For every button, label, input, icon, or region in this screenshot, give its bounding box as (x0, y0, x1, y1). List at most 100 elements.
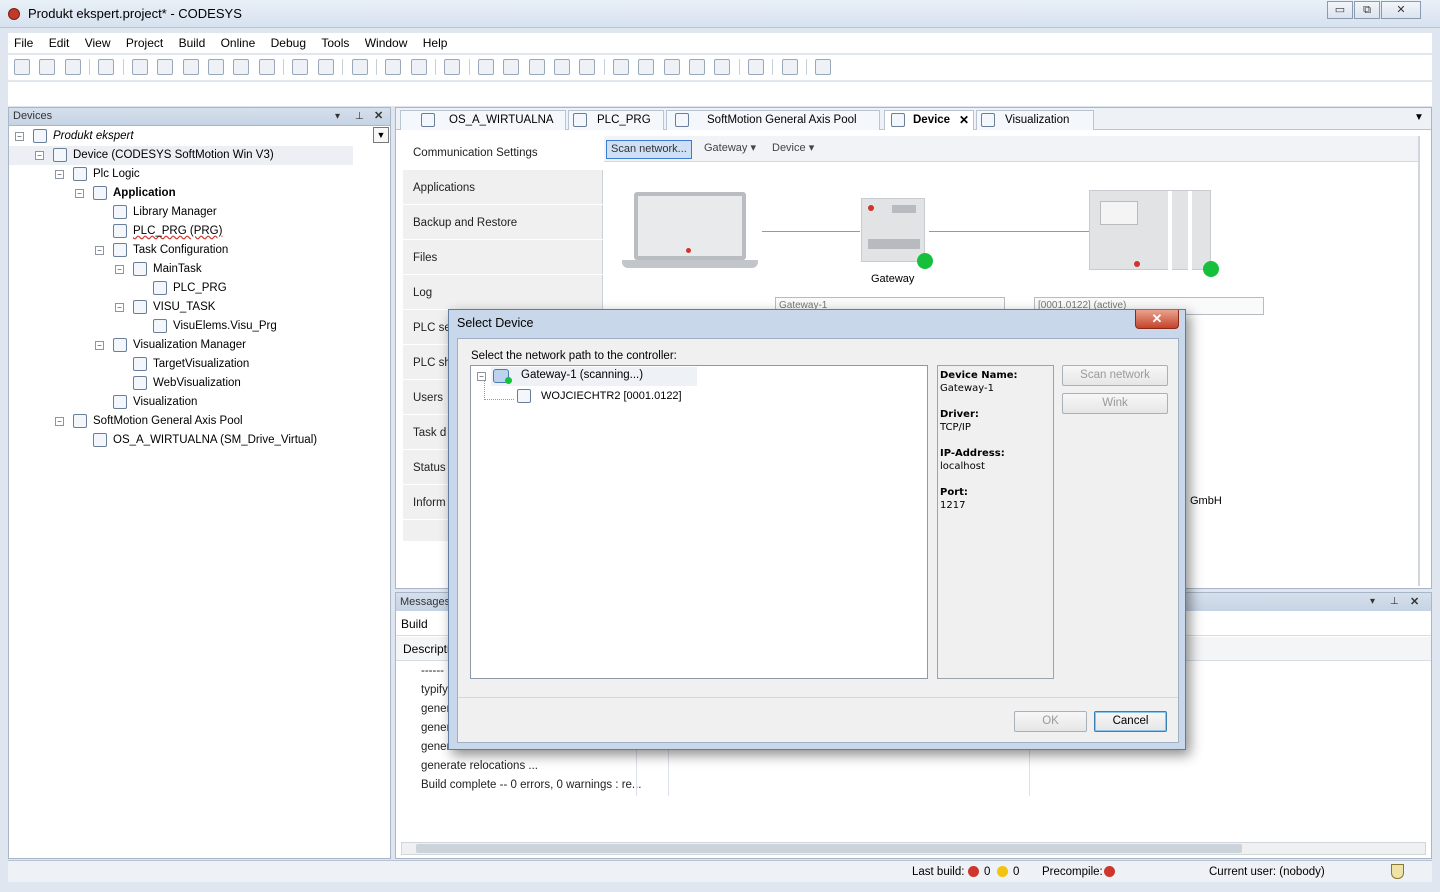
tree-item[interactable]: Visualization (9, 393, 369, 412)
message-row[interactable]: gener (421, 700, 450, 719)
collapse-icon[interactable]: − (95, 246, 104, 255)
open-project-icon[interactable] (39, 59, 56, 75)
collapse-icon[interactable]: − (115, 265, 124, 274)
delete-icon[interactable] (258, 59, 275, 75)
paste-icon[interactable] (233, 59, 250, 75)
subnav-communication-settings[interactable]: Communication Settings (403, 136, 603, 170)
tree-item[interactable]: − SoftMotion General Axis Pool (9, 412, 369, 431)
scan-network-toolbar-button[interactable]: Scan network... (606, 140, 692, 159)
tab-os-a-wirtualna[interactable]: OS_A_WIRTUALNA (400, 110, 566, 130)
ok-button[interactable]: OK (1014, 711, 1087, 732)
collapse-icon[interactable]: − (55, 170, 64, 179)
tree-item[interactable]: PLC_PRG (9, 279, 369, 298)
tree-item[interactable]: OS_A_WIRTUALNA (SM_Drive_Virtual) (9, 431, 369, 450)
tree-item[interactable]: − Task Configuration (9, 241, 369, 260)
step-into-icon[interactable] (663, 59, 680, 75)
device-menu-button[interactable]: Device ▾ (768, 140, 818, 159)
tab-list-icon[interactable]: ▼ (1414, 112, 1424, 123)
gateway-menu-button[interactable]: Gateway ▾ (700, 140, 760, 159)
menu-online[interactable]: Online (215, 33, 262, 53)
build-icon[interactable] (444, 59, 461, 75)
tab-device[interactable]: Device ✕ (884, 110, 974, 130)
precompile-status-icon[interactable] (1104, 866, 1115, 877)
find-icon[interactable] (292, 59, 309, 75)
menu-tools[interactable]: Tools (315, 33, 355, 53)
redo-icon[interactable] (157, 59, 174, 75)
wink-button[interactable]: Wink (1062, 393, 1168, 414)
close-panel-icon[interactable]: ✕ (1410, 593, 1419, 611)
breakpoint-icon[interactable] (612, 59, 629, 75)
scrollbar-thumb[interactable] (416, 844, 1242, 853)
pin-icon[interactable]: ⊥ (355, 108, 364, 125)
tree-item[interactable]: VisuElems.Visu_Prg (9, 317, 369, 336)
dialog-close-button[interactable]: ✕ (1135, 310, 1179, 329)
menu-build[interactable]: Build (173, 33, 212, 53)
panel-menu-icon[interactable]: ▾ (335, 108, 340, 125)
messages-horizontal-scrollbar[interactable] (401, 842, 1426, 855)
collapse-icon[interactable]: − (15, 132, 24, 141)
select-all-icon[interactable] (351, 59, 368, 75)
run-to-cursor-icon[interactable] (714, 59, 731, 75)
menu-edit[interactable]: Edit (43, 33, 76, 53)
security-shield-icon[interactable] (1391, 864, 1404, 879)
replace-icon[interactable] (317, 59, 334, 75)
scan-network-button[interactable]: Scan network (1062, 365, 1168, 386)
insert-device-icon[interactable] (410, 59, 427, 75)
minimize-button[interactable]: ▭ (1327, 1, 1353, 19)
message-row[interactable]: typify (421, 681, 448, 700)
message-row[interactable]: generate relocations ... (421, 757, 538, 776)
subnav-backup-and-restore[interactable]: Backup and Restore (403, 206, 603, 240)
tree-item[interactable]: WebVisualization (9, 374, 369, 393)
cancel-button[interactable]: Cancel (1094, 711, 1167, 732)
message-row[interactable]: gener (421, 719, 450, 738)
tree-item[interactable]: − Plc Logic (9, 165, 369, 184)
login-icon[interactable] (477, 59, 494, 75)
close-tab-icon[interactable]: ✕ (959, 111, 969, 129)
tree-dropdown-button[interactable]: ▼ (373, 127, 389, 143)
tree-item[interactable]: − MainTask (9, 260, 369, 279)
tree-item[interactable]: − VISU_TASK (9, 298, 369, 317)
tab-softmotion-general-axis-pool[interactable]: SoftMotion General Axis Pool (666, 110, 880, 130)
tree-item[interactable]: TargetVisualization (9, 355, 369, 374)
tree-item[interactable]: − Device (CODESYS SoftMotion Win V3) (9, 146, 353, 165)
device-row[interactable]: WOJCIECHTR2 [0001.0122] (517, 387, 737, 406)
tree-item[interactable]: − Produkt ekspert (9, 127, 369, 146)
stop-icon[interactable] (553, 59, 570, 75)
menu-project[interactable]: Project (120, 33, 169, 53)
reset-icon[interactable] (579, 59, 596, 75)
menu-file[interactable]: File (8, 33, 39, 53)
message-row[interactable]: Build complete -- 0 errors, 0 warnings :… (421, 776, 642, 795)
message-row[interactable]: gener (421, 738, 450, 757)
cut-icon[interactable] (182, 59, 199, 75)
menu-window[interactable]: Window (359, 33, 414, 53)
collapse-icon[interactable]: − (55, 417, 64, 426)
new-project-icon[interactable] (14, 59, 30, 75)
subnav-files[interactable]: Files (403, 241, 603, 275)
maximize-button[interactable]: ⧉ (1354, 1, 1380, 19)
tree-item[interactable]: − Visualization Manager (9, 336, 369, 355)
tree-item[interactable]: Library Manager (9, 203, 369, 222)
menu-help[interactable]: Help (417, 33, 454, 53)
subnav-log[interactable]: Log (403, 276, 603, 310)
panel-menu-icon[interactable]: ▾ (1370, 593, 1375, 611)
step-over-icon[interactable] (638, 59, 655, 75)
write-values-icon[interactable] (781, 59, 798, 75)
gateway-row[interactable]: − Gateway-1 (scanning...) (477, 367, 697, 386)
menu-debug[interactable]: Debug (265, 33, 312, 53)
add-object-icon[interactable] (385, 59, 402, 75)
subnav-applications[interactable]: Applications (403, 171, 603, 205)
tree-item[interactable]: PLC_PRG (PRG) (9, 222, 369, 241)
close-window-button[interactable]: ✕ (1381, 1, 1421, 19)
collapse-icon[interactable]: − (115, 303, 124, 312)
tab-plc-prg[interactable]: PLC_PRG (568, 110, 664, 130)
copy-icon[interactable] (208, 59, 225, 75)
menu-view[interactable]: View (79, 33, 117, 53)
show-next-statement-icon[interactable] (748, 59, 765, 75)
message-row[interactable]: ------ (421, 662, 444, 681)
package-manager-icon[interactable] (815, 59, 832, 75)
tab-visualization[interactable]: Visualization (976, 110, 1094, 130)
collapse-icon[interactable]: − (95, 341, 104, 350)
close-panel-icon[interactable]: ✕ (374, 108, 383, 125)
start-icon[interactable] (528, 59, 545, 75)
save-icon[interactable] (64, 59, 81, 75)
